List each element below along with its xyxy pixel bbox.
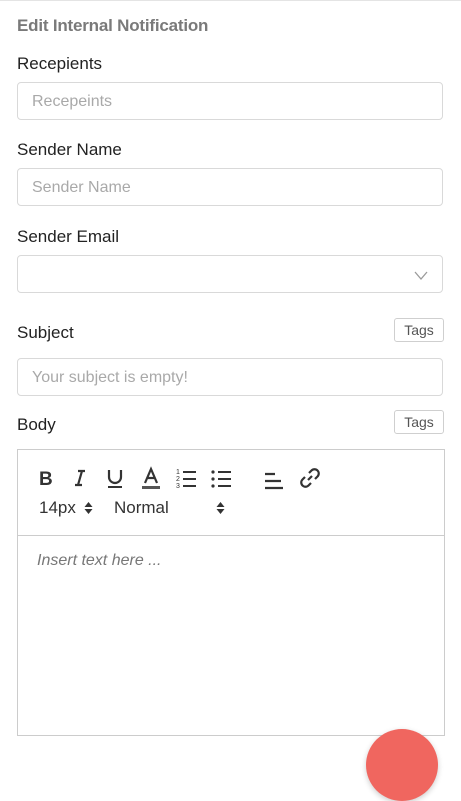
- sender-email-label: Sender Email: [17, 227, 120, 246]
- svg-text:B: B: [39, 469, 53, 490]
- bold-icon: B: [39, 469, 53, 490]
- italic-button[interactable]: [68, 466, 92, 490]
- editor-content-placeholder[interactable]: Insert text here ...: [37, 552, 162, 570]
- updown-arrows-icon: [216, 502, 225, 514]
- align-button[interactable]: [262, 468, 286, 492]
- body-label: Body: [17, 415, 56, 434]
- sender-name-label: Sender Name: [17, 140, 122, 159]
- ordered-list-icon: 1 2 3: [176, 469, 196, 490]
- font-color-icon: [142, 466, 160, 489]
- align-icon: [265, 472, 283, 490]
- sender-name-input[interactable]: Sender Name: [17, 168, 443, 206]
- svg-text:3: 3: [176, 483, 180, 490]
- body-tags-button[interactable]: Tags: [394, 410, 444, 434]
- bold-button[interactable]: B: [34, 466, 58, 490]
- subject-placeholder: Your subject is empty!: [32, 369, 188, 386]
- top-divider: [0, 0, 461, 1]
- svg-text:1: 1: [176, 469, 180, 476]
- underline-button[interactable]: [103, 466, 127, 490]
- link-icon: [300, 468, 320, 488]
- subject-tags-button[interactable]: Tags: [394, 318, 444, 342]
- underline-icon: [107, 470, 123, 488]
- font-size-select[interactable]: 14px: [39, 498, 93, 518]
- block-format-select[interactable]: Normal: [114, 498, 225, 518]
- rich-text-editor: B 1 2 3 14px Normal Insert text here ...: [17, 449, 445, 736]
- updown-arrows-icon: [84, 502, 93, 514]
- sender-name-placeholder: Sender Name: [32, 179, 131, 196]
- recipients-label: Recepients: [17, 54, 103, 73]
- block-format-value: Normal: [114, 498, 169, 517]
- font-size-value: 14px: [39, 498, 76, 517]
- subject-label: Subject: [17, 323, 74, 342]
- floating-action-button[interactable]: [366, 729, 438, 801]
- chevron-down-icon: [414, 271, 428, 280]
- editor-toolbar: B 1 2 3 14px Normal: [18, 450, 444, 536]
- sender-email-select[interactable]: [17, 255, 443, 293]
- link-button[interactable]: [298, 466, 322, 490]
- recipients-input[interactable]: Recepeints: [17, 82, 443, 120]
- svg-text:2: 2: [176, 476, 180, 483]
- font-color-button[interactable]: [139, 466, 163, 490]
- italic-icon: [75, 469, 85, 487]
- bullet-list-button[interactable]: [209, 466, 233, 490]
- ordered-list-button[interactable]: 1 2 3: [174, 466, 198, 490]
- recipients-placeholder: Recepeints: [32, 93, 113, 110]
- subject-input[interactable]: Your subject is empty!: [17, 358, 443, 396]
- bullet-list-icon: [211, 470, 231, 488]
- page-title: Edit Internal Notification: [17, 16, 209, 35]
